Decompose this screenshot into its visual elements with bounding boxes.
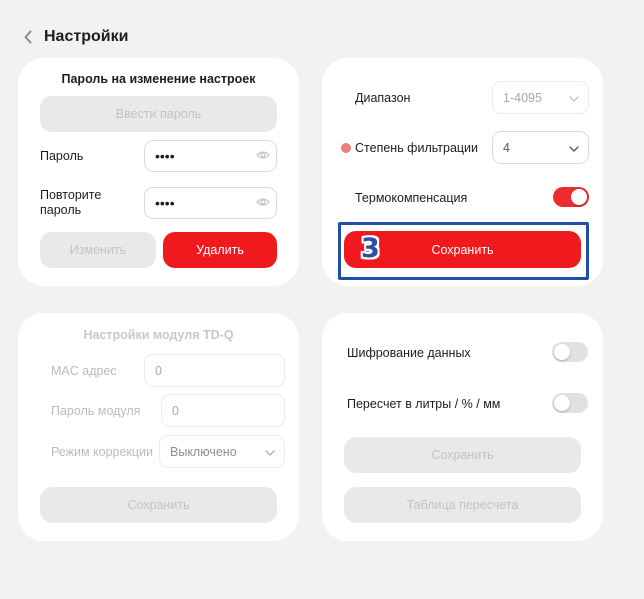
toggle-knob	[554, 344, 570, 360]
filter-label: Степень фильтрации	[355, 141, 479, 155]
mac-label: MAC адрес	[51, 364, 117, 378]
page-title: Настройки	[44, 28, 129, 45]
step-badge: 3	[361, 233, 380, 264]
range-label: Диапазон	[355, 91, 411, 105]
repeat-password-field[interactable]: ••••	[144, 187, 277, 219]
filter-select[interactable]: 4	[492, 131, 589, 164]
thermo-label: Термокомпенсация	[355, 191, 468, 205]
module-card-title: Настройки модуля TD-Q	[83, 328, 234, 342]
module-password-value: 0	[172, 403, 179, 418]
save-module-button[interactable]: Сохранить	[40, 487, 277, 523]
password-settings-card: Пароль на изменение настроек Ввести паро…	[18, 58, 299, 286]
eye-icon[interactable]	[256, 149, 270, 163]
eye-icon[interactable]	[256, 196, 270, 210]
enter-password-button[interactable]: Ввести пароль	[40, 96, 277, 132]
chevron-down-icon	[569, 141, 579, 155]
range-select[interactable]: 1-4095	[492, 81, 589, 114]
toggle-knob	[571, 189, 587, 205]
module-password-field[interactable]: 0	[161, 394, 285, 427]
recalc-table-button[interactable]: Таблица пересчета	[344, 487, 581, 523]
repeat-label-line2: пароль	[40, 203, 82, 217]
delete-password-button[interactable]: Удалить	[163, 232, 277, 268]
chevron-down-icon	[569, 91, 579, 105]
repeat-label-line1: Повторите	[40, 188, 102, 202]
status-dot-icon	[341, 143, 351, 153]
mac-value: 0	[155, 363, 162, 378]
password-card-title: Пароль на изменение настроек	[61, 72, 256, 86]
recalc-toggle[interactable]	[552, 393, 588, 413]
chevron-left-icon[interactable]	[18, 26, 38, 48]
filter-value: 4	[503, 140, 510, 155]
data-settings-card: Шифрование данных Пересчет в литры / % /…	[322, 313, 603, 541]
page-header: Настройки	[18, 26, 128, 48]
correction-label: Режим коррекции	[51, 445, 154, 459]
module-settings-card: Настройки модуля TD-Q MAC адрес 0 Пароль…	[18, 313, 299, 541]
encryption-label: Шифрование данных	[347, 346, 471, 360]
repeat-password-label: Повторите пароль	[40, 188, 101, 218]
correction-value: Выключено	[170, 444, 237, 459]
encryption-toggle[interactable]	[552, 342, 588, 362]
chevron-down-icon	[265, 445, 275, 459]
change-password-button[interactable]: Изменить	[40, 232, 156, 268]
toggle-knob	[554, 395, 570, 411]
thermo-toggle[interactable]	[553, 187, 589, 207]
password-value: ••••	[155, 148, 175, 164]
password-field[interactable]: ••••	[144, 140, 277, 172]
range-value: 1-4095	[503, 90, 542, 105]
save-data-button[interactable]: Сохранить	[344, 437, 581, 473]
repeat-password-value: ••••	[155, 195, 175, 211]
password-label: Пароль	[40, 149, 84, 163]
mac-field[interactable]: 0	[144, 354, 285, 387]
correction-select[interactable]: Выключено	[159, 435, 285, 468]
recalc-label: Пересчет в литры / % / мм	[347, 397, 501, 411]
module-password-label: Пароль модуля	[51, 404, 141, 418]
